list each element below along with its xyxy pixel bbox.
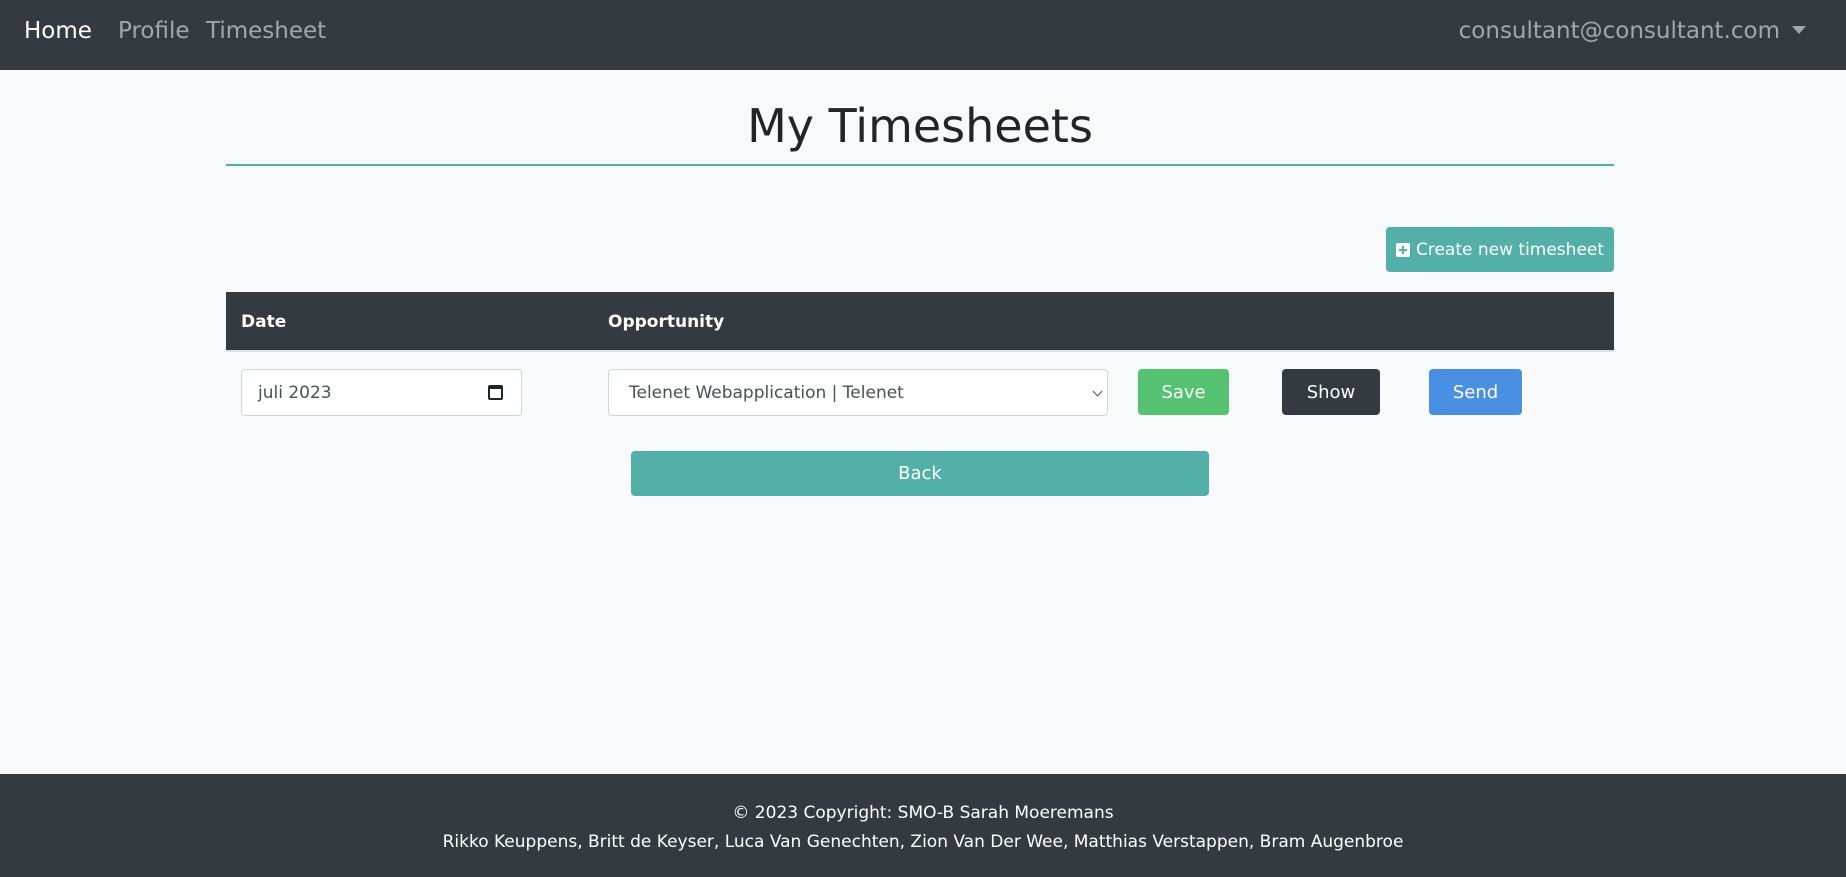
send-button[interactable]: Send bbox=[1429, 369, 1522, 415]
plus-square-icon bbox=[1395, 242, 1410, 257]
user-email: consultant@consultant.com bbox=[1458, 18, 1780, 44]
column-header-date: Date bbox=[241, 312, 287, 332]
nav-profile-link[interactable]: Profile bbox=[118, 0, 190, 62]
caret-down-icon bbox=[1792, 26, 1806, 34]
opportunity-select-value: Telenet Webapplication | Telenet bbox=[629, 382, 904, 403]
month-input[interactable]: juli 2023 bbox=[241, 369, 522, 416]
opportunity-select[interactable]: Telenet Webapplication | Telenet bbox=[608, 369, 1108, 416]
title-divider bbox=[226, 164, 1614, 166]
footer-authors: Rikko Keuppens, Britt de Keyser, Luca Va… bbox=[442, 832, 1404, 852]
calendar-icon[interactable] bbox=[488, 385, 503, 400]
footer: © 2023 Copyright: SMO-B Sarah Moeremans … bbox=[0, 774, 1846, 877]
chevron-down-icon bbox=[1092, 386, 1103, 397]
back-button[interactable]: Back bbox=[631, 451, 1209, 496]
show-button[interactable]: Show bbox=[1282, 369, 1380, 415]
column-header-opportunity: Opportunity bbox=[608, 312, 725, 332]
page-title: My Timesheets bbox=[747, 99, 1093, 153]
footer-copyright: © 2023 Copyright: SMO-B Sarah Moeremans bbox=[732, 803, 1114, 823]
nav-timesheet-link[interactable]: Timesheet bbox=[206, 0, 326, 62]
create-timesheet-label: Create new timesheet bbox=[1415, 239, 1605, 260]
save-button[interactable]: Save bbox=[1138, 369, 1229, 415]
navbar: Home Profile Timesheet consultant@consul… bbox=[0, 0, 1846, 70]
month-input-value: juli 2023 bbox=[258, 382, 332, 403]
create-timesheet-button[interactable]: Create new timesheet bbox=[1386, 227, 1614, 272]
user-dropdown[interactable]: consultant@consultant.com bbox=[1459, 0, 1806, 62]
table-header: Date Opportunity bbox=[226, 292, 1614, 352]
nav-home-link[interactable]: Home bbox=[24, 0, 92, 62]
